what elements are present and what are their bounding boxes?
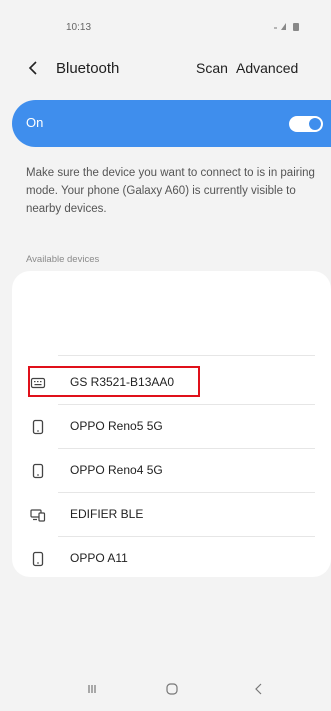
- phone-icon: [32, 463, 44, 479]
- keyboard-icon: [30, 377, 46, 389]
- device-name: OPPO A11: [70, 551, 128, 565]
- device-item-oppo-a11[interactable]: OPPO A11: [12, 537, 331, 581]
- device-item-edifier-ble[interactable]: EDIFIER BLE: [12, 493, 331, 537]
- phone-icon: [32, 419, 44, 435]
- status-bar: 10:13: [0, 0, 331, 40]
- recent-apps-icon[interactable]: [85, 682, 99, 696]
- pairing-info-text: Make sure the device you want to connect…: [26, 167, 315, 215]
- multi-device-icon: [30, 509, 46, 522]
- home-icon[interactable]: [165, 682, 179, 696]
- scan-button[interactable]: Scan: [196, 60, 228, 76]
- status-icons: [273, 21, 303, 33]
- back-button[interactable]: [24, 56, 46, 82]
- system-nav-bar: [0, 669, 331, 711]
- nav-back-icon[interactable]: [252, 682, 266, 696]
- divider: [58, 355, 315, 356]
- device-name: EDIFIER BLE: [70, 507, 144, 521]
- device-name: OPPO Reno4 5G: [70, 463, 163, 477]
- toggle-label: On: [26, 115, 44, 130]
- available-devices-list: GS R3521-B13AA0 OPPO Reno5 5G OPPO Reno4…: [12, 271, 331, 577]
- status-time: 10:13: [66, 22, 92, 33]
- signal-battery-icon: [274, 23, 299, 31]
- blank-list-item: [12, 271, 331, 355]
- chevron-left-icon: [28, 61, 37, 75]
- available-devices-label: Available devices: [26, 254, 100, 265]
- bluetooth-toggle-row[interactable]: On: [12, 100, 331, 147]
- phone-icon: [32, 551, 44, 567]
- toggle-knob: [309, 118, 321, 130]
- device-item-oppo-reno4[interactable]: OPPO Reno4 5G: [12, 449, 331, 493]
- device-item-gs-r3521[interactable]: GS R3521-B13AA0: [12, 361, 331, 405]
- bluetooth-toggle-switch[interactable]: [289, 116, 323, 132]
- device-item-oppo-reno5[interactable]: OPPO Reno5 5G: [12, 405, 331, 449]
- device-name: OPPO Reno5 5G: [70, 419, 163, 433]
- advanced-button[interactable]: Advanced: [236, 60, 298, 76]
- device-name: GS R3521-B13AA0: [70, 375, 175, 389]
- app-header: Bluetooth Scan Advanced: [0, 50, 331, 90]
- page-title: Bluetooth: [56, 60, 120, 77]
